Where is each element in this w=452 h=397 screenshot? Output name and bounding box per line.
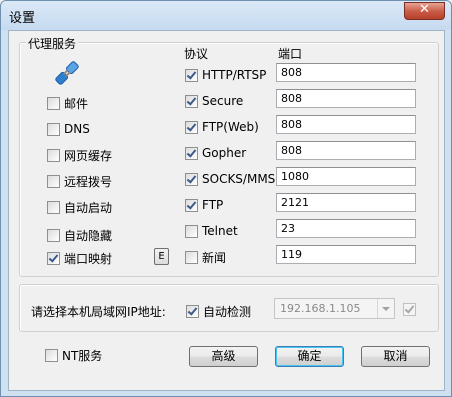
protocol-header: 协议 (184, 47, 209, 61)
protocol-ftp-web-checkbox[interactable]: FTP(Web) (185, 119, 259, 135)
web-cache-checkbox-box[interactable] (47, 148, 60, 162)
remote-dial-label: 远程拨号 (64, 174, 113, 189)
remote-dial-checkbox[interactable]: 远程拨号 (47, 173, 112, 189)
protocol-ftp-checkbox[interactable]: FTP (185, 197, 223, 213)
protocol-http-rtsp-checkbox[interactable]: HTTP/RTSP (185, 67, 266, 83)
dns-checkbox-box[interactable] (47, 122, 60, 136)
port-ftp-input[interactable]: 2121 (276, 193, 416, 212)
protocol-ftp-web-label: FTP(Web) (202, 120, 259, 134)
auto-start-checkbox[interactable]: 自动启动 (47, 199, 112, 215)
protocol-ftp-box[interactable] (185, 198, 198, 212)
port-news-input[interactable]: 119 (276, 245, 416, 264)
protocol-ftp-web-box[interactable] (185, 120, 198, 134)
proxy-group-title: 代理服务 (26, 35, 79, 52)
auto-hide-label: 自动隐藏 (64, 228, 113, 243)
auto-start-label: 自动启动 (64, 200, 113, 215)
port-mapping-checkbox-box[interactable] (47, 251, 60, 265)
port-mapping-edit-button[interactable]: E (154, 248, 169, 265)
protocol-http-rtsp-label: HTTP/RTSP (202, 68, 267, 82)
auto-detect-box[interactable] (186, 304, 199, 318)
protocol-telnet-label: Telnet (202, 224, 238, 238)
title-bar[interactable]: 设置 ✕ (1, 1, 451, 30)
protocol-secure-box[interactable] (185, 94, 198, 108)
port-gopher-input[interactable]: 808 (276, 141, 416, 160)
protocol-ftp-label: FTP (202, 198, 224, 212)
auto-detect-checkbox[interactable]: 自动检测 (186, 303, 251, 319)
auto-hide-checkbox-box[interactable] (47, 228, 60, 242)
port-telnet-input[interactable]: 23 (276, 219, 416, 238)
advanced-button[interactable]: 高级 (189, 346, 258, 367)
nt-service-label: NT服务 (62, 348, 103, 363)
auto-detect-label: 自动检测 (203, 304, 252, 319)
chevron-down-icon (377, 299, 394, 318)
port-mapping-label: 端口映射 (64, 251, 113, 266)
mail-checkbox[interactable]: 邮件 (47, 95, 88, 111)
web-cache-label: 网页缓存 (64, 148, 113, 163)
ip-extra-checkbox (403, 303, 416, 316)
protocol-gopher-label: Gopher (202, 146, 247, 160)
protocol-socks-mms-label: SOCKS/MMS (202, 172, 276, 186)
proxy-connector-icon (55, 61, 79, 85)
protocol-telnet-box[interactable] (185, 224, 198, 238)
protocol-http-rtsp-box[interactable] (185, 68, 198, 82)
port-secure-input[interactable]: 808 (276, 89, 416, 108)
nt-service-checkbox[interactable]: NT服务 (45, 347, 102, 363)
ip-address-combo: 192.168.1.105 (274, 298, 395, 319)
protocol-secure-checkbox[interactable]: Secure (185, 93, 243, 109)
nt-service-box[interactable] (45, 348, 58, 362)
port-header: 端口 (278, 47, 303, 61)
web-cache-checkbox[interactable]: 网页缓存 (47, 147, 112, 163)
protocol-news-checkbox[interactable]: 新闻 (185, 249, 226, 265)
protocol-gopher-box[interactable] (185, 146, 198, 160)
port-http-rtsp-input[interactable]: 808 (276, 63, 416, 82)
auto-hide-checkbox[interactable]: 自动隐藏 (47, 227, 112, 243)
close-icon: ✕ (419, 2, 430, 17)
ip-select-label: 请选择本机局域网IP地址: (31, 305, 166, 319)
window-title: 设置 (9, 11, 36, 26)
protocol-telnet-checkbox[interactable]: Telnet (185, 223, 238, 239)
protocol-secure-label: Secure (202, 94, 244, 108)
cancel-button[interactable]: 取消 (361, 346, 430, 367)
dns-label: DNS (64, 122, 90, 136)
protocol-socks-mms-box[interactable] (185, 172, 198, 186)
ok-button[interactable]: 确定 (275, 346, 344, 367)
protocol-news-label: 新闻 (202, 250, 227, 265)
mail-checkbox-box[interactable] (47, 96, 60, 110)
port-ftp-web-input[interactable]: 808 (276, 115, 416, 134)
protocol-news-box[interactable] (185, 250, 198, 264)
close-button[interactable]: ✕ (404, 2, 445, 20)
port-mapping-checkbox[interactable]: 端口映射 (47, 250, 112, 266)
ip-address-value: 192.168.1.105 (280, 302, 361, 315)
protocol-gopher-checkbox[interactable]: Gopher (185, 145, 246, 161)
remote-dial-checkbox-box[interactable] (47, 174, 60, 188)
dns-checkbox[interactable]: DNS (47, 121, 90, 137)
auto-start-checkbox-box[interactable] (47, 200, 60, 214)
protocol-socks-mms-checkbox[interactable]: SOCKS/MMS (185, 171, 275, 187)
mail-label: 邮件 (64, 96, 89, 111)
port-socks-mms-input[interactable]: 1080 (276, 167, 416, 186)
